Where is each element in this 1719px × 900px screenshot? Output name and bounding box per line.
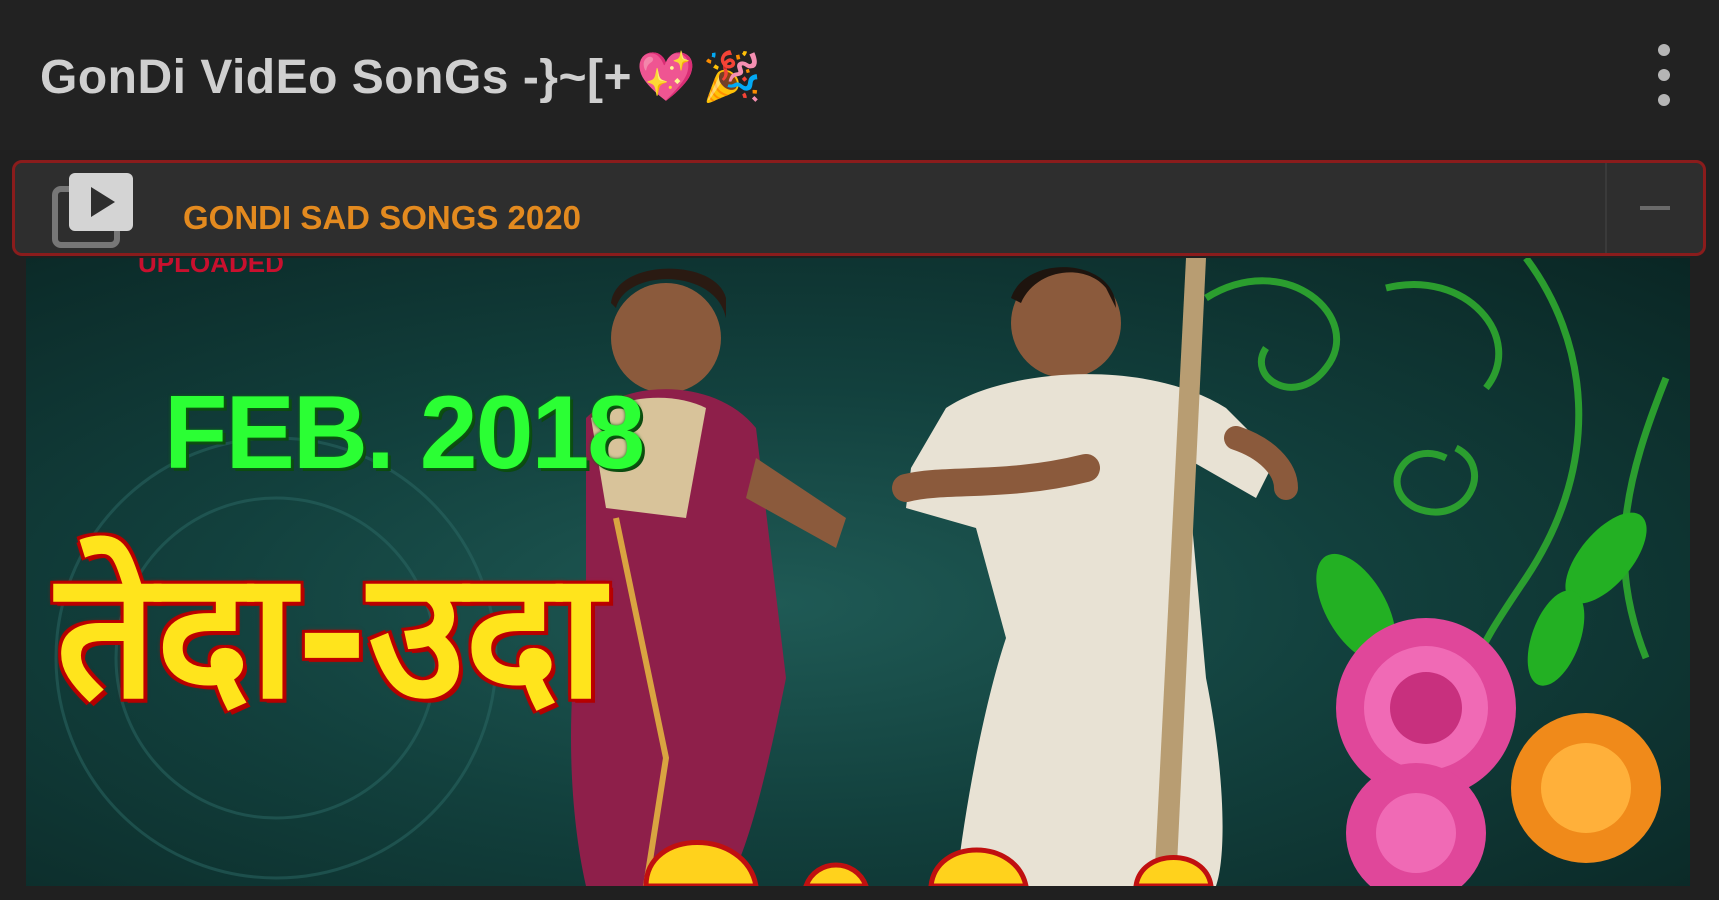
party-popper-emoji-icon: 🎉 xyxy=(702,51,763,104)
app-bar: GonDi VidEo SonGs -}~[+💖 🎉 xyxy=(0,0,1719,150)
playlist-play-icon xyxy=(49,167,149,253)
menu-dot xyxy=(1658,69,1670,81)
app-title-text: GonDi VidEo SonGs -}~[+ xyxy=(40,51,633,104)
minus-icon xyxy=(1640,206,1670,210)
playlist-card[interactable]: GONDI SAD SONGS 2020 xyxy=(12,160,1706,256)
menu-dot xyxy=(1658,94,1670,106)
playlist-title: GONDI SAD SONGS 2020 xyxy=(183,199,581,236)
menu-dot xyxy=(1658,44,1670,56)
heart-emoji-icon: 💖 xyxy=(636,51,697,104)
thumbnail-title-text: तेदा-उदा xyxy=(56,533,604,738)
uploaded-badge: UPLOADED xyxy=(138,258,284,278)
video-thumbnail[interactable]: UPLOADED FEB. 2018 तेदा-उदा xyxy=(26,258,1690,886)
app-title: GonDi VidEo SonGs -}~[+💖 🎉 xyxy=(40,48,763,105)
thumbnail-date-text: FEB. 2018 xyxy=(164,375,645,491)
app-screen: GonDi VidEo SonGs -}~[+💖 🎉 GONDI SAD SONG… xyxy=(0,0,1719,900)
collapse-button[interactable] xyxy=(1605,163,1703,253)
more-vert-icon[interactable] xyxy=(1649,44,1679,106)
